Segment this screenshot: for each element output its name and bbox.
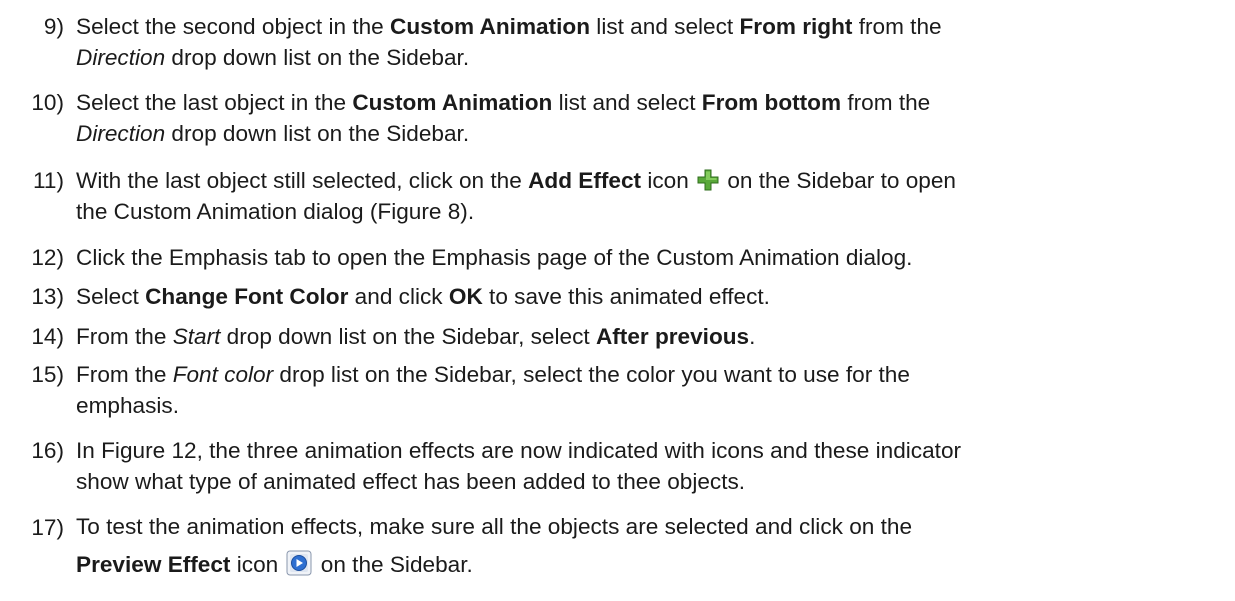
step-text: Select the last object in the Custom Ani… [76, 87, 1216, 149]
bold-term: Change Font Color [145, 284, 349, 309]
text-run: To test the animation effects, make sure… [76, 514, 913, 539]
bold-term: Preview Effect [76, 552, 231, 577]
text-run: . [749, 324, 756, 349]
text-run: and click [348, 284, 449, 309]
text-run: drop down list on the Sidebar. [165, 45, 470, 70]
step-text: From the Start drop down list on the Sid… [76, 321, 1216, 352]
step-text: To test the animation effects, make sure… [76, 508, 1216, 584]
step-number: 15) [31, 362, 64, 387]
step-number: 17) [31, 515, 64, 540]
bold-term: From bottom [701, 90, 842, 115]
bold-term: Custom Animation [352, 90, 553, 115]
text-run: In Figure 12, the three animation effect… [76, 438, 962, 463]
step-text: Click the Emphasis tab to open the Empha… [76, 242, 1216, 273]
italic-term: Direction [76, 45, 166, 70]
text-run: Select the second object in the [76, 14, 391, 39]
text-run: show what type of animated effect has be… [76, 469, 746, 494]
bold-term: After previous [595, 324, 750, 349]
step-text: Select the second object in the Custom A… [76, 11, 1216, 73]
step-number: 10) [31, 90, 64, 115]
text-run: on the Sidebar to open [721, 168, 956, 193]
text-run: from the [841, 90, 931, 115]
step-text: With the last object still selected, cli… [76, 165, 1216, 227]
text-run: Select the last object in the [76, 90, 353, 115]
step-text: In Figure 12, the three animation effect… [76, 435, 1216, 497]
text-run: icon [230, 552, 285, 577]
bold-term: OK [448, 284, 483, 309]
text-run: drop down list on the Sidebar. [165, 121, 470, 146]
text-run: With the last object still selected, cli… [76, 168, 529, 193]
text-run: to save this animated effect. [482, 284, 770, 309]
text-run: on the Sidebar. [314, 552, 473, 577]
text-run: drop list on the Sidebar, select the col… [273, 362, 910, 387]
step-text: From the Font color drop list on the Sid… [76, 359, 1216, 421]
text-run: Select [76, 284, 146, 309]
text-run: From the [76, 324, 173, 349]
bold-term: Add Effect [528, 168, 642, 193]
italic-term: Direction [76, 121, 166, 146]
step-number: 12) [31, 245, 64, 270]
text-run: emphasis. [76, 393, 179, 418]
step-number: 14) [31, 324, 64, 349]
bold-term: Custom Animation [390, 14, 591, 39]
italic-term: Start [172, 324, 221, 349]
step-text: Select Change Font Color and click OK to… [76, 281, 1216, 312]
add-effect-icon [695, 168, 721, 193]
text-run: list and select [590, 14, 740, 39]
text-run: the Custom Animation dialog (Figure 8). [76, 199, 475, 224]
text-run: drop down list on the Sidebar, select [220, 324, 596, 349]
text-run: icon [641, 168, 696, 193]
preview-effect-icon [284, 550, 314, 577]
step-number: 13) [31, 284, 64, 309]
bold-term: From right [739, 14, 853, 39]
step-number: 11) [33, 168, 64, 193]
step-number: 9) [43, 14, 64, 39]
text-run: list and select [552, 90, 702, 115]
italic-term: Font color [172, 362, 274, 387]
step-number: 16) [31, 438, 64, 463]
text-run: from the [852, 14, 942, 39]
text-run: Click the Emphasis tab to open the Empha… [76, 245, 913, 270]
text-run: From the [76, 362, 173, 387]
